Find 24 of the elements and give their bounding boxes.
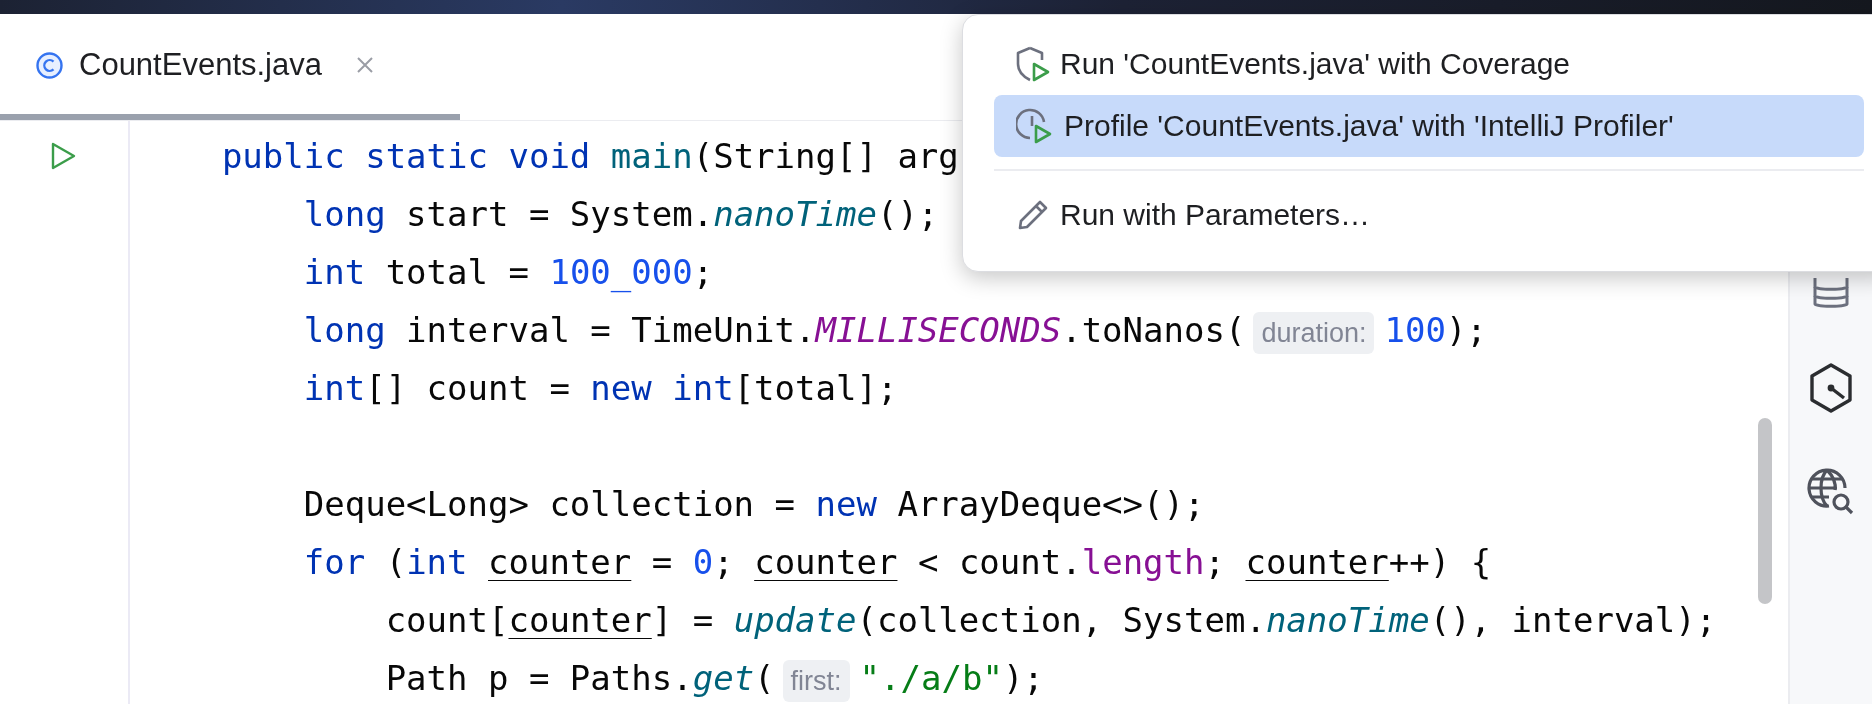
code-line: int total = 100_000; bbox=[302, 251, 714, 295]
code-line: long start = System.nanoTime(); bbox=[302, 193, 939, 236]
database-icon[interactable] bbox=[1812, 276, 1850, 310]
pencil-icon bbox=[1016, 198, 1050, 232]
class-icon bbox=[36, 51, 63, 79]
code-line: long interval = TimeUnit.MILLISECONDS.toNanos( duration: 100); bbox=[140, 301, 1487, 359]
close-icon[interactable] bbox=[356, 56, 374, 74]
code-line: count[counter] = update(collection, System.nanoTime(), interval); bbox=[384, 599, 1717, 642]
code-line: public static void main(String[] arg bbox=[220, 135, 959, 178]
code-line: int[] count = new int[total]; bbox=[302, 367, 898, 410]
code-line: Deque<Long> collection = new ArrayDeque<>(); bbox=[302, 483, 1205, 526]
menu-item[interactable]: Run with Parameters… bbox=[994, 184, 1864, 246]
clock-run-icon bbox=[1016, 108, 1054, 144]
globe-search-icon[interactable] bbox=[1807, 466, 1855, 516]
run-icon[interactable] bbox=[50, 142, 76, 170]
hexagon-clock-icon[interactable] bbox=[1808, 362, 1854, 414]
tab-label: CountEvents.java bbox=[79, 47, 322, 83]
code-line: for (int counter = 0; counter < count.length; counter++) { bbox=[302, 541, 1492, 584]
shield-run-icon bbox=[1016, 46, 1050, 82]
code-line: Path p = Paths.get( first: "./a/b"); bbox=[140, 649, 1044, 704]
menu-item[interactable]: Run 'CountEvents.java' with Coverage bbox=[994, 33, 1864, 95]
menu-item[interactable]: Profile 'CountEvents.java' with 'IntelliJ Profiler' bbox=[994, 95, 1864, 157]
file-tab[interactable]: CountEvents.java bbox=[0, 16, 460, 120]
scrollbar-thumb[interactable] bbox=[1758, 418, 1772, 604]
